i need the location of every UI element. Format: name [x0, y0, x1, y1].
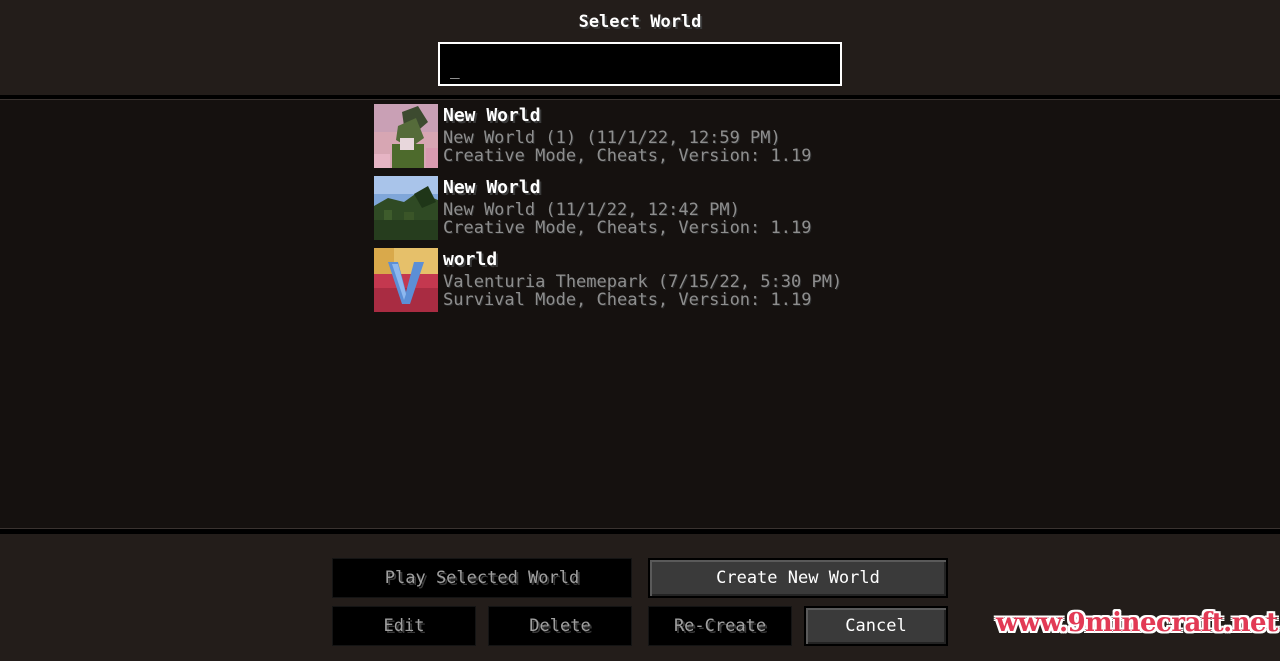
- world-name: New World: [443, 177, 541, 198]
- world-search-input[interactable]: _: [438, 42, 842, 86]
- world-details: Creative Mode, Cheats, Version: 1.19: [443, 146, 812, 166]
- world-details: Survival Mode, Cheats, Version: 1.19: [443, 290, 812, 310]
- world-thumbnail: [374, 176, 438, 240]
- edit-button[interactable]: Edit: [332, 606, 476, 646]
- world-details: Creative Mode, Cheats, Version: 1.19: [443, 218, 812, 238]
- world-folder-date: New World (1) (11/1/22, 12:59 PM): [443, 128, 781, 148]
- world-thumbnail: [374, 248, 438, 312]
- recreate-button[interactable]: Re-Create: [648, 606, 792, 646]
- world-list-item[interactable]: New World New World (1) (11/1/22, 12:59 …: [374, 104, 894, 168]
- world-folder-date: New World (11/1/22, 12:42 PM): [443, 200, 740, 220]
- footer-panel: [0, 534, 1280, 661]
- play-selected-world-button[interactable]: Play Selected World: [332, 558, 632, 598]
- search-caret: _: [450, 60, 460, 79]
- world-list-item[interactable]: world Valenturia Themepark (7/15/22, 5:3…: [374, 248, 894, 312]
- world-name: New World: [443, 105, 541, 126]
- world-name: world: [443, 249, 498, 270]
- world-folder-date: Valenturia Themepark (7/15/22, 5:30 PM): [443, 272, 843, 292]
- site-watermark: www.9minecraft.net: [996, 608, 1278, 638]
- create-new-world-button[interactable]: Create New World: [648, 558, 948, 598]
- screen-title: Select World: [578, 12, 702, 32]
- world-list-item[interactable]: New World New World (11/1/22, 12:42 PM) …: [374, 176, 894, 240]
- world-thumbnail: [374, 104, 438, 168]
- cancel-button[interactable]: Cancel: [804, 606, 948, 646]
- delete-button[interactable]: Delete: [488, 606, 632, 646]
